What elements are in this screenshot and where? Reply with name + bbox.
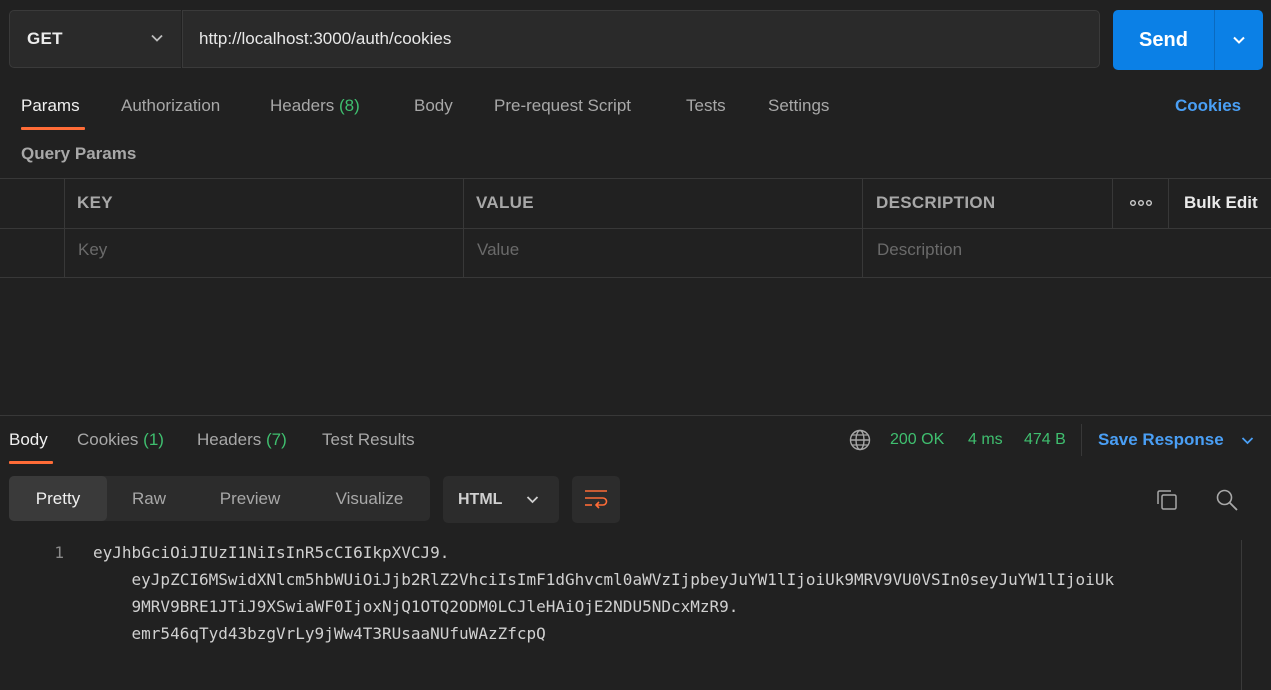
send-divider: [1214, 10, 1215, 70]
bulk-edit-button[interactable]: Bulk Edit: [1184, 193, 1258, 213]
tab-count-badge: (1): [143, 430, 164, 449]
response-body-line: 9MRV9BRE1JTiJ9XSwiaWF0IjoxNjQ1OTQ2ODM0LC…: [93, 597, 739, 616]
view-mode-group: Pretty Raw Preview Visualize: [9, 476, 430, 521]
tab-count-badge: (7): [266, 430, 287, 449]
save-response-button[interactable]: Save Response: [1098, 430, 1224, 450]
format-label: HTML: [458, 491, 503, 508]
wrap-lines-icon: [585, 490, 608, 509]
method-select[interactable]: GET: [9, 10, 181, 68]
key-input[interactable]: Key: [78, 240, 107, 260]
tab-settings[interactable]: Settings: [768, 96, 829, 116]
active-tab-indicator: [21, 127, 85, 130]
response-tab-test-results[interactable]: Test Results: [322, 430, 415, 450]
chevron-down-icon: [526, 496, 539, 504]
send-options-chevron-icon[interactable]: [1231, 32, 1247, 48]
tab-label: Headers: [197, 430, 262, 449]
status-divider: [1081, 424, 1082, 456]
table-bottom-border: [0, 277, 1271, 278]
table-header-border: [0, 228, 1271, 229]
table-col-divider: [1112, 178, 1113, 228]
tab-pre-request-script[interactable]: Pre-request Script: [494, 96, 631, 116]
method-label: GET: [27, 29, 63, 48]
view-preview-button[interactable]: Preview: [191, 476, 309, 521]
column-header-key: KEY: [77, 193, 113, 212]
copy-icon[interactable]: [1155, 488, 1179, 512]
tab-headers[interactable]: Headers (8): [270, 96, 360, 116]
table-col-divider: [64, 178, 65, 278]
tab-label: Test Results: [322, 430, 415, 449]
table-col-divider: [463, 178, 464, 278]
table-col-divider: [1168, 178, 1169, 228]
send-button-group: Send: [1113, 10, 1263, 70]
response-body-line: emr546qTyd43bzgVrLy9jWw4T3RUsaaNUfuWAzZf…: [93, 624, 546, 643]
response-size[interactable]: 474 B: [1024, 431, 1066, 449]
chevron-down-icon: [151, 34, 163, 42]
view-pretty-button[interactable]: Pretty: [9, 476, 107, 521]
format-select[interactable]: HTML: [443, 476, 559, 523]
active-response-tab-indicator: [9, 461, 53, 464]
tab-label: Tests: [686, 96, 726, 115]
view-raw-button[interactable]: Raw: [107, 476, 191, 521]
column-header-description: DESCRIPTION: [876, 193, 996, 212]
tab-label: Settings: [768, 96, 830, 115]
tab-label: Authorization: [121, 96, 221, 115]
tab-label: Cookies: [77, 430, 139, 449]
response-tab-cookies[interactable]: Cookies (1): [77, 430, 164, 450]
tab-label: Headers: [270, 96, 335, 115]
more-options-icon[interactable]: [1130, 199, 1152, 207]
response-tab-body[interactable]: Body: [9, 430, 48, 450]
description-input[interactable]: Description: [877, 240, 962, 260]
column-header-value: VALUE: [476, 193, 534, 212]
tab-body[interactable]: Body: [414, 96, 453, 116]
tab-count-badge: (8): [339, 96, 360, 115]
tab-label: Body: [9, 430, 48, 449]
url-input[interactable]: http://localhost:3000/auth/cookies: [182, 10, 1100, 68]
send-button[interactable]: Send: [1113, 10, 1214, 70]
query-params-title: Query Params: [21, 144, 137, 163]
value-input[interactable]: Value: [477, 240, 519, 260]
view-visualize-button[interactable]: Visualize: [309, 476, 430, 521]
response-tab-headers[interactable]: Headers (7): [197, 430, 287, 450]
globe-icon[interactable]: [849, 429, 871, 451]
tab-tests[interactable]: Tests: [686, 96, 726, 116]
response-body-line: eyJpZCI6MSwidXNlcm5hbWUiOiJjb2RlZ2VhciIs…: [93, 570, 1115, 589]
url-text: http://localhost:3000/auth/cookies: [199, 29, 452, 48]
response-time[interactable]: 4 ms: [968, 431, 1003, 449]
word-wrap-button[interactable]: [572, 476, 620, 523]
search-icon[interactable]: [1215, 488, 1239, 512]
tab-params[interactable]: Params: [21, 96, 80, 116]
table-col-divider: [862, 178, 863, 278]
tab-label: Pre-request Script: [494, 96, 631, 115]
line-number: 1: [54, 543, 64, 562]
vertical-scrollbar[interactable]: [1241, 540, 1271, 690]
status-code[interactable]: 200 OK: [890, 431, 944, 449]
tab-label: Body: [414, 96, 453, 115]
save-response-label: Save Response: [1098, 430, 1224, 449]
pane-splitter[interactable]: [0, 415, 1271, 416]
cookies-link[interactable]: Cookies: [1175, 96, 1241, 116]
tab-authorization[interactable]: Authorization: [121, 96, 220, 116]
table-top-border: [0, 178, 1271, 179]
response-body-line: eyJhbGciOiJIUzI1NiIsInR5cCI6IkpXVCJ9.: [93, 543, 450, 562]
chevron-down-icon[interactable]: [1240, 433, 1255, 448]
tab-label: Params: [21, 96, 80, 115]
